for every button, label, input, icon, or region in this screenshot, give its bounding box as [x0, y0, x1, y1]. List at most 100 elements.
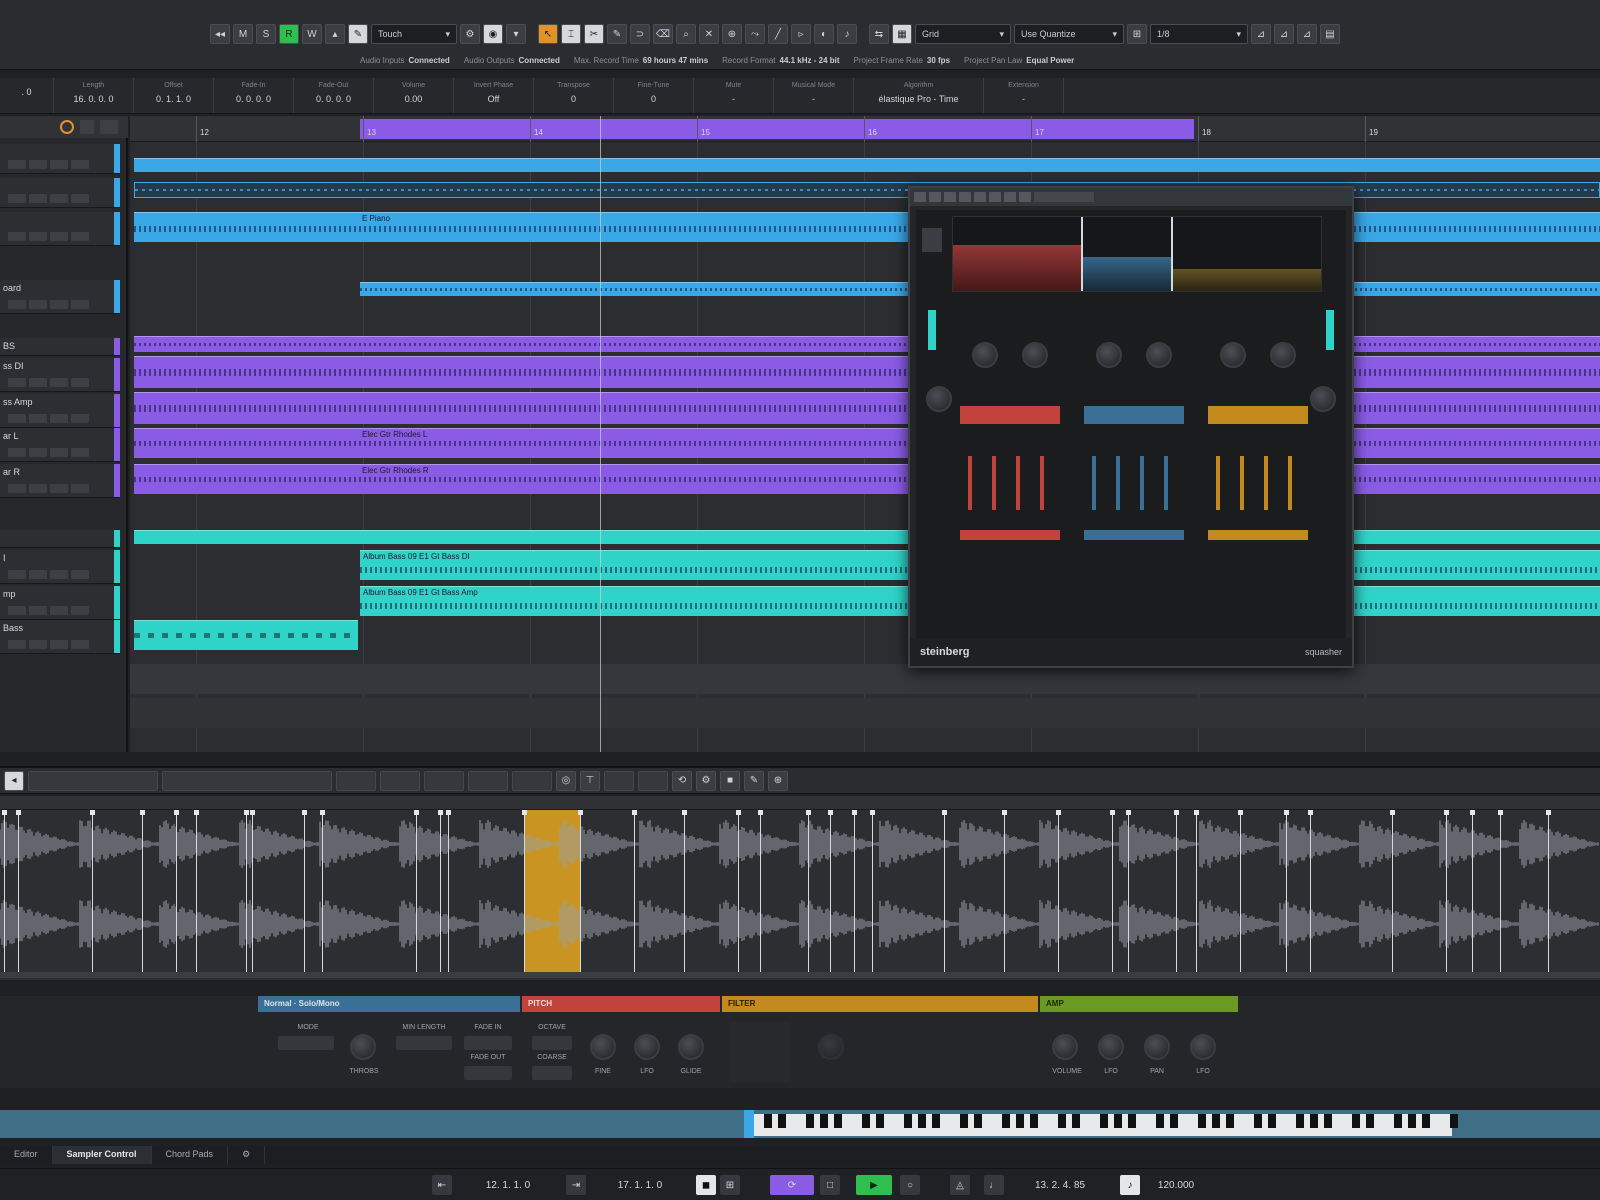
volume-knob[interactable] [1052, 1034, 1078, 1060]
solo-button[interactable] [29, 570, 47, 579]
track-name[interactable]: mp [3, 589, 16, 599]
mute-button[interactable] [8, 300, 26, 309]
write-button[interactable] [71, 606, 89, 615]
info-mute[interactable]: Mute - [694, 78, 774, 113]
stop-icon[interactable]: ■ [720, 770, 740, 791]
section-pitch[interactable]: PITCH [522, 996, 720, 1012]
slice-marker[interactable] [252, 810, 253, 974]
guitar-l-clip[interactable]: Elec Gtr Rhodes L [134, 428, 1600, 458]
track-name[interactable]: oard [3, 283, 21, 293]
slice-marker[interactable] [634, 810, 635, 974]
mute-button[interactable] [8, 606, 26, 615]
marker-icon[interactable]: ⊤ [580, 770, 600, 791]
black-key[interactable] [1100, 1114, 1108, 1128]
black-key[interactable] [960, 1114, 968, 1128]
slice-marker[interactable] [246, 810, 247, 974]
editor-field-1[interactable] [336, 770, 376, 791]
read-button[interactable] [50, 232, 68, 241]
slice-handle[interactable] [414, 810, 419, 815]
click-icon[interactable]: ♩ [984, 1175, 1004, 1195]
slice-handle[interactable] [244, 810, 249, 815]
auto-quantize-icon[interactable]: ⊞ [720, 1175, 740, 1195]
automation-mode-dropdown[interactable]: Touch ▾ [371, 24, 457, 44]
power-icon[interactable] [914, 192, 926, 202]
black-key[interactable] [1212, 1114, 1220, 1128]
track-header[interactable]: oard [0, 280, 120, 314]
window-layout-button[interactable]: ▤ [1320, 24, 1340, 44]
solo-button[interactable] [29, 232, 47, 241]
crossover-handle-1[interactable] [1081, 217, 1083, 291]
slice-handle[interactable] [140, 810, 145, 815]
slice-handle[interactable] [1238, 810, 1243, 815]
bass-clip[interactable] [134, 336, 1600, 352]
info-fade-in[interactable]: Fade-In 0. 0. 0. 0 [214, 78, 294, 113]
slice-marker[interactable] [142, 810, 143, 974]
write-button[interactable] [71, 414, 89, 423]
throbs-knob[interactable] [350, 1034, 376, 1060]
slice-marker[interactable] [4, 810, 5, 974]
slice-marker[interactable] [684, 810, 685, 974]
pencil-icon[interactable]: ✎ [744, 770, 764, 791]
black-key[interactable] [834, 1114, 842, 1128]
track-header[interactable] [0, 178, 120, 208]
track-header[interactable]: ar L [0, 428, 120, 462]
track-name[interactable]: ss Amp [3, 397, 33, 407]
bass-amp-clip[interactable] [134, 392, 1600, 424]
zoom-icon[interactable]: ⊕ [768, 770, 788, 791]
editor-field-3[interactable] [424, 770, 464, 791]
slice-handle[interactable] [522, 810, 527, 815]
black-key[interactable] [1352, 1114, 1360, 1128]
band-gain-bar[interactable] [960, 406, 1060, 424]
editor-field-7[interactable] [638, 770, 668, 791]
record-button[interactable]: ○ [900, 1175, 920, 1195]
rewind-button[interactable]: ◂◂ [210, 24, 230, 44]
track-name[interactable]: Bass [3, 623, 23, 633]
mode-select[interactable] [278, 1036, 334, 1050]
section-normal[interactable]: Normal · Solo/Mono [258, 996, 520, 1012]
black-key[interactable] [1072, 1114, 1080, 1128]
slice-handle[interactable] [1002, 810, 1007, 815]
play-button[interactable]: ▶ [856, 1175, 892, 1195]
slice-handle[interactable] [1056, 810, 1061, 815]
slice-marker[interactable] [830, 810, 831, 974]
timeline-ruler[interactable]: 12 13 14 15 16 17 18 19 [130, 116, 1600, 142]
sample-editor-scrollbar[interactable] [0, 972, 1600, 978]
black-key[interactable] [932, 1114, 940, 1128]
band-fader[interactable] [1116, 456, 1120, 510]
slice-handle[interactable] [1498, 810, 1503, 815]
track-header[interactable] [0, 144, 120, 174]
black-key[interactable] [778, 1114, 786, 1128]
track-name[interactable]: ar L [3, 431, 19, 441]
band-threshold-knob[interactable] [972, 342, 998, 368]
solo-button[interactable] [29, 640, 47, 649]
tab-sampler-control[interactable]: Sampler Control [52, 1146, 152, 1164]
black-key[interactable] [1002, 1114, 1010, 1128]
preset-field[interactable] [1034, 192, 1094, 202]
solo-button[interactable] [29, 300, 47, 309]
black-key[interactable] [1324, 1114, 1332, 1128]
read-button[interactable] [50, 378, 68, 387]
mute-button[interactable] [8, 448, 26, 457]
read-button[interactable] [50, 194, 68, 203]
read-button[interactable] [50, 160, 68, 169]
track-name[interactable]: BS [3, 341, 15, 351]
sample-name-field[interactable] [162, 770, 332, 791]
band-threshold-knob[interactable] [1220, 342, 1246, 368]
black-key[interactable] [1422, 1114, 1430, 1128]
editor-field-6[interactable] [604, 770, 634, 791]
settings-icon[interactable]: ⚙ [228, 1146, 266, 1164]
slice-marker[interactable] [1286, 810, 1287, 974]
speaker-icon[interactable]: ♪ [837, 24, 857, 44]
slice-handle[interactable] [16, 810, 21, 815]
band-fader[interactable] [1092, 456, 1096, 510]
black-key[interactable] [1170, 1114, 1178, 1128]
black-key[interactable] [876, 1114, 884, 1128]
settings-icon[interactable]: ⚙ [696, 770, 716, 791]
quantize-reset-button[interactable]: ⊿ [1297, 24, 1317, 44]
tab-chord-pads[interactable]: Chord Pads [152, 1146, 229, 1164]
primary-time-display[interactable]: 13. 2. 4. 85 [1010, 1175, 1110, 1195]
write-button[interactable]: W [302, 24, 322, 44]
snap-button[interactable]: ⇆ [869, 24, 889, 44]
black-key[interactable] [918, 1114, 926, 1128]
black-key[interactable] [1114, 1114, 1122, 1128]
